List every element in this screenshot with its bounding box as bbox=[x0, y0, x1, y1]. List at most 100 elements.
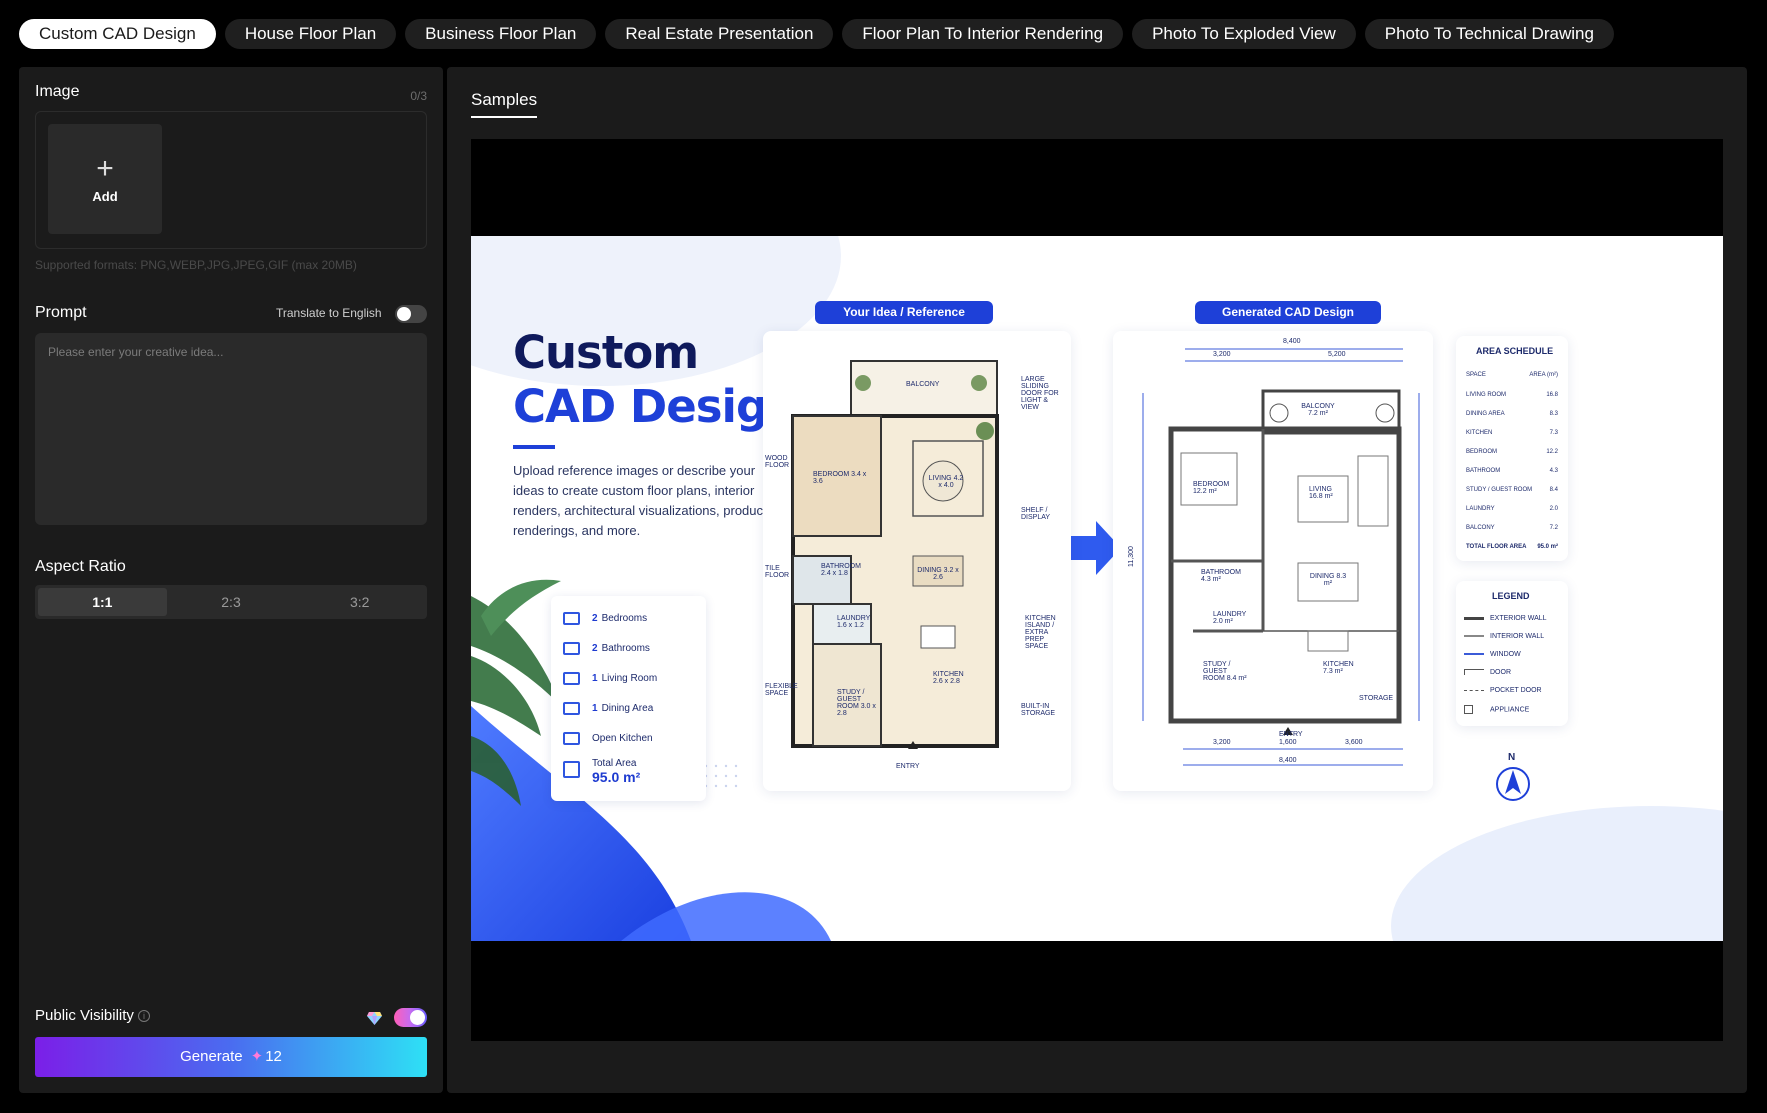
area-schedule-row: BATHROOM 4.3 bbox=[1466, 468, 1558, 474]
cad-dim-side: 11,300 bbox=[1127, 546, 1135, 567]
stat-dining-area: 1 Dining Area bbox=[563, 702, 653, 715]
generated-pill: Generated CAD Design bbox=[1195, 301, 1381, 324]
cad-dim-top-left: 3,200 bbox=[1213, 351, 1231, 358]
title-underline bbox=[513, 445, 555, 449]
ratio-option-2-3[interactable]: 2:3 bbox=[167, 588, 296, 616]
tab-photo-to-technical-drawing[interactable]: Photo To Technical Drawing bbox=[1364, 19, 1614, 49]
bed-icon bbox=[563, 612, 580, 625]
compass-icon bbox=[1496, 767, 1530, 801]
area-schedule-title: AREA SCHEDULE bbox=[1476, 346, 1554, 356]
sketch-note-storage: BUILT-IN STORAGE bbox=[1021, 703, 1056, 717]
cad-kitchen-label: KITCHEN 7.3 m² bbox=[1323, 661, 1354, 675]
area-schedule-card: AREA SCHEDULE SPACE AREA (m²) LIVING ROOM… bbox=[1456, 336, 1568, 561]
settings-panel: Image 0/3 + Add Supported formats: PNG,W… bbox=[19, 67, 443, 1093]
dining-icon bbox=[563, 702, 580, 715]
sample-description: Upload reference images or describe your… bbox=[513, 463, 767, 538]
aspect-ratio-selector: 1:1 2:3 3:2 bbox=[35, 585, 427, 619]
sketch-card: BALCONY BEDROOM 3.4 x 3.6 LIVING 4.2 x 4… bbox=[763, 331, 1071, 791]
image-upload-area[interactable]: + Add bbox=[35, 111, 427, 249]
legend-item: EXTERIOR WALL bbox=[1464, 615, 1547, 622]
public-visibility-toggle[interactable] bbox=[394, 1008, 427, 1027]
area-schedule-row: BALCONY 7.2 bbox=[1466, 525, 1558, 531]
area-schedule-total: TOTAL FLOOR AREA 95.0 m² bbox=[1466, 544, 1558, 550]
generate-button[interactable]: Generate ✦ 12 bbox=[35, 1037, 427, 1077]
supported-formats-text: Supported formats: PNG,WEBP,JPG,JPEG,GIF… bbox=[35, 258, 357, 272]
area-schedule-row: STUDY / GUEST ROOM 8.4 bbox=[1466, 487, 1558, 493]
add-label: Add bbox=[92, 188, 118, 204]
sketch-living-label: LIVING 4.2 x 4.0 bbox=[928, 475, 964, 489]
tab-samples[interactable]: Samples bbox=[471, 90, 538, 118]
cad-dim-bottom-mid: 1,600 bbox=[1279, 739, 1297, 746]
sample-viewer: Custom CAD Design Upload reference image… bbox=[471, 139, 1723, 1041]
translate-toggle[interactable] bbox=[395, 305, 427, 323]
stat-living-room: 1 Living Room bbox=[563, 672, 657, 685]
sketch-bathroom-label: BATHROOM 2.4 x 1.8 bbox=[821, 563, 861, 577]
aspect-ratio-label: Aspect Ratio bbox=[35, 558, 126, 575]
sketch-kitchen-label: KITCHEN 2.6 x 2.8 bbox=[933, 671, 964, 685]
tab-floor-plan-to-interior-rendering[interactable]: Floor Plan To Interior Rendering bbox=[842, 19, 1124, 49]
area-schedule-row: DINING AREA 8.3 bbox=[1466, 411, 1558, 417]
toggle-knob bbox=[397, 307, 411, 321]
generate-cost: 12 bbox=[265, 1048, 282, 1065]
sketch-note-wood: WOOD FLOOR bbox=[765, 455, 790, 469]
area-schedule-row: KITCHEN 7.3 bbox=[1466, 430, 1558, 436]
gem-icon bbox=[367, 1012, 382, 1025]
tab-custom-cad-design[interactable]: Custom CAD Design bbox=[19, 19, 216, 49]
cad-storage-label: STORAGE bbox=[1359, 695, 1394, 702]
cad-living-label: LIVING 16.8 m² bbox=[1309, 486, 1333, 500]
image-count: 0/3 bbox=[410, 89, 427, 103]
area-schedule-row: BEDROOM 12.2 bbox=[1466, 449, 1558, 455]
legend-item: APPLIANCE bbox=[1464, 705, 1529, 714]
prompt-label: Prompt bbox=[35, 304, 87, 321]
sketch-note-door: LARGE SLIDING DOOR FOR LIGHT & VIEW bbox=[1021, 376, 1059, 411]
add-image-button[interactable]: + Add bbox=[48, 124, 162, 234]
image-label: Image bbox=[35, 83, 80, 100]
sample-title: Custom CAD Design bbox=[513, 326, 799, 434]
legend-item: WINDOW bbox=[1464, 651, 1521, 658]
public-visibility-text: Public Visibility bbox=[35, 1007, 134, 1024]
prompt-input[interactable] bbox=[35, 333, 427, 525]
tab-house-floor-plan[interactable]: House Floor Plan bbox=[224, 19, 397, 49]
sketch-entry-label: ENTRY bbox=[896, 763, 920, 770]
legend-item: POCKET DOOR bbox=[1464, 687, 1542, 694]
tab-business-floor-plan[interactable]: Business Floor Plan bbox=[405, 19, 597, 49]
area-schedule-header: SPACE AREA (m²) bbox=[1466, 372, 1558, 378]
cad-bedroom-label: BEDROOM 12.2 m² bbox=[1193, 481, 1230, 495]
translate-label: Translate to English bbox=[276, 306, 382, 320]
cad-dim-bottom: 8,400 bbox=[1279, 757, 1297, 764]
legend-card: LEGEND EXTERIOR WALL INTERIOR WALL WINDO… bbox=[1456, 581, 1568, 726]
cad-laundry-label: LAUNDRY 2.0 m² bbox=[1213, 611, 1247, 625]
stat-bathrooms: 2 Bathrooms bbox=[563, 642, 650, 655]
area-schedule-row: LIVING ROOM 16.8 bbox=[1466, 392, 1558, 398]
plus-icon: + bbox=[96, 151, 114, 185]
public-visibility-label: Public Visibility i bbox=[35, 1007, 150, 1024]
tab-real-estate-presentation[interactable]: Real Estate Presentation bbox=[605, 19, 834, 49]
samples-panel: Samples Custom CAD Design Upload referen… bbox=[447, 67, 1747, 1093]
cad-bathroom-label: BATHROOM 4.3 m² bbox=[1201, 569, 1241, 583]
ratio-option-1-1[interactable]: 1:1 bbox=[38, 588, 167, 616]
sketch-note-tile: TILE FLOOR bbox=[765, 565, 790, 579]
cad-dim-top-right: 5,200 bbox=[1328, 351, 1346, 358]
ratio-option-3-2[interactable]: 3:2 bbox=[295, 588, 424, 616]
sample-title-line1: Custom bbox=[513, 326, 699, 379]
sketch-balcony-label: BALCONY bbox=[906, 381, 940, 388]
legend-item: INTERIOR WALL bbox=[1464, 633, 1544, 640]
toggle-knob bbox=[410, 1010, 425, 1025]
sketch-note-shelf: SHELF / DISPLAY bbox=[1021, 507, 1051, 521]
cad-dim-bottom-left: 3,200 bbox=[1213, 739, 1231, 746]
sketch-study-label: STUDY / GUEST ROOM 3.0 x 2.8 bbox=[837, 689, 876, 717]
tab-photo-to-exploded-view[interactable]: Photo To Exploded View bbox=[1132, 19, 1356, 49]
sketch-dining-label: DINING 3.2 x 2.6 bbox=[917, 567, 959, 581]
stat-open-kitchen: Open Kitchen bbox=[563, 732, 653, 745]
stats-card: 2 Bedrooms 2 Bathrooms 1 Living Room 1 Dinin… bbox=[551, 596, 706, 801]
cad-floorplan bbox=[1142, 348, 1420, 766]
stat-total-area: Total Area 95.0 m² bbox=[563, 758, 644, 785]
north-label: N bbox=[1508, 752, 1516, 763]
cad-balcony-label: BALCONY 7.2 m² bbox=[1301, 403, 1335, 417]
legend-title: LEGEND bbox=[1492, 591, 1530, 601]
credit-icon: ✦ bbox=[250, 1048, 264, 1065]
cad-entry-label: ENTRY bbox=[1279, 731, 1303, 738]
cad-dim-bottom-right: 3,600 bbox=[1345, 739, 1363, 746]
info-icon[interactable]: i bbox=[137, 1010, 150, 1022]
cad-dining-label: DINING 8.3 m² bbox=[1309, 573, 1347, 587]
